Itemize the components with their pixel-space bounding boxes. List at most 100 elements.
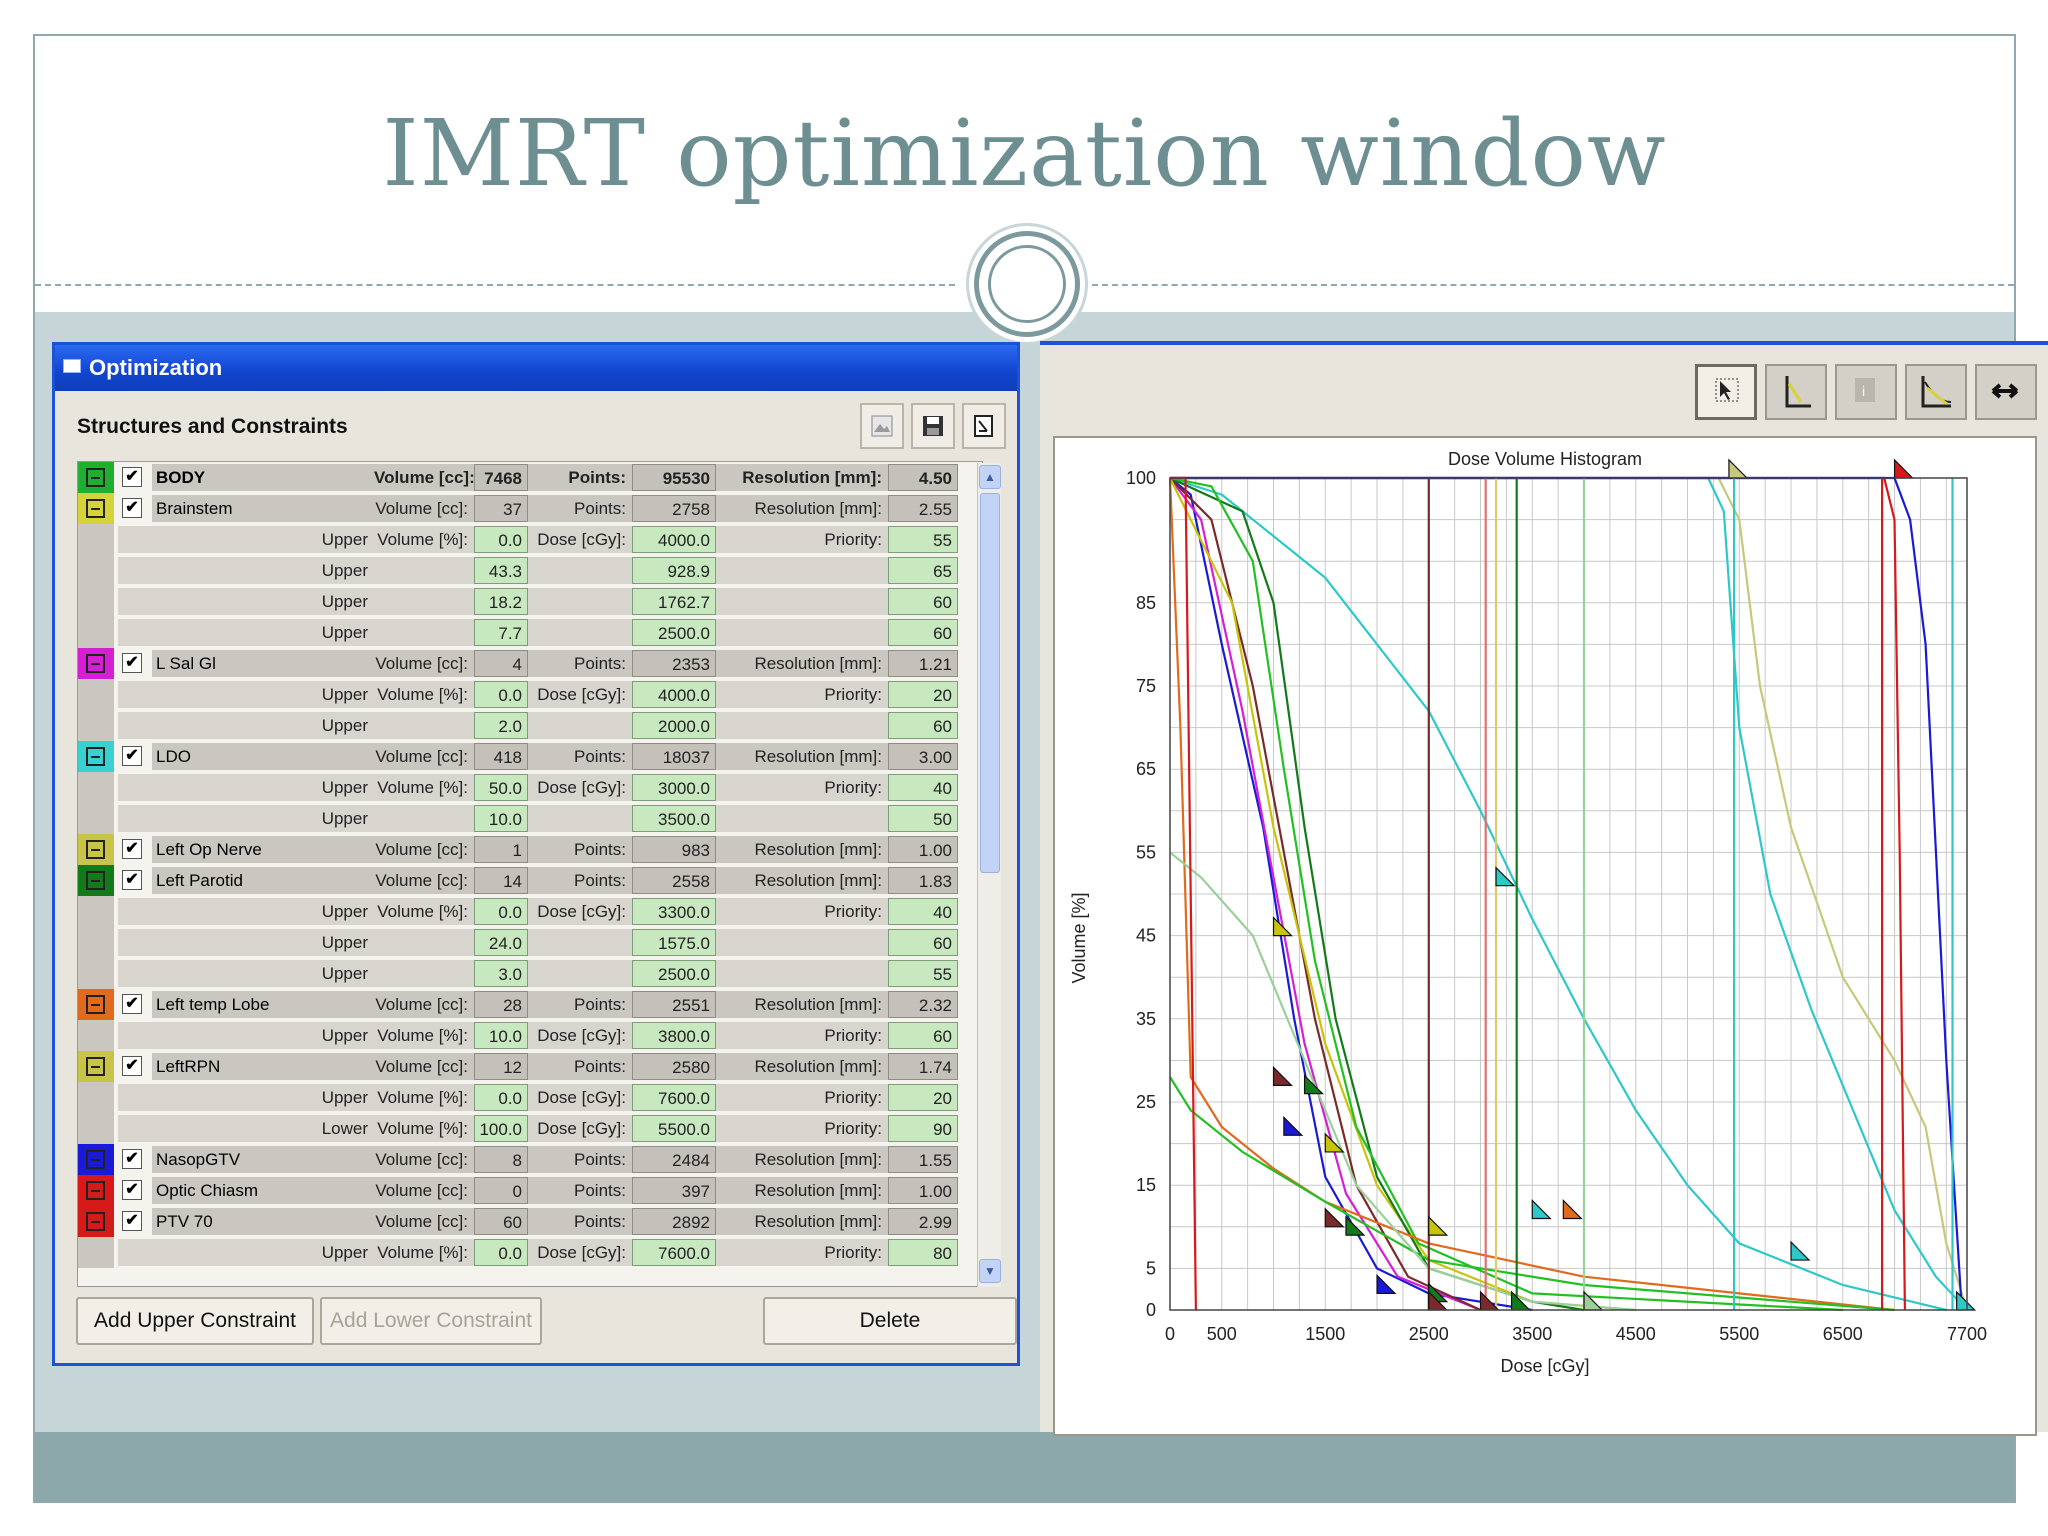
constraint-row[interactable]: Upper 2.0 2000.0 60	[78, 710, 982, 741]
constraint-row[interactable]: Upper Volume [%]: 0.0 Dose [cGy]: 3300.0 Prio…	[78, 896, 982, 927]
constraint-priority-input[interactable]: 60	[888, 588, 958, 615]
window-titlebar[interactable]: Optimization	[55, 345, 1017, 391]
constraint-volume-input[interactable]: 43.3	[474, 557, 528, 584]
constraint-dose-input[interactable]: 4000.0	[632, 526, 716, 553]
constraint-priority-input[interactable]: 60	[888, 1022, 958, 1049]
structure-row[interactable]: ✔ LeftRPN Volume [cc]: 12 Points: 2580 Resolut…	[78, 1051, 982, 1082]
constraint-dose-input[interactable]: 7600.0	[632, 1239, 716, 1266]
structure-color-swatch[interactable]	[78, 834, 114, 865]
structure-row[interactable]: ✔ BODY Volume [cc]: 7468 Points: 95530 Resolut…	[78, 462, 982, 493]
constraint-row[interactable]: Upper Volume [%]: 0.0 Dose [cGy]: 7600.0 Prio…	[78, 1237, 982, 1268]
constraint-priority-input[interactable]: 80	[888, 1239, 958, 1266]
info-icon[interactable]: i	[1835, 364, 1897, 420]
constraint-priority-input[interactable]: 40	[888, 898, 958, 925]
constraint-volume-input[interactable]: 50.0	[474, 774, 528, 801]
collapse-icon[interactable]	[86, 499, 105, 518]
collapse-icon[interactable]	[86, 1181, 105, 1200]
constraint-dose-input[interactable]: 5500.0	[632, 1115, 716, 1142]
constraint-volume-input[interactable]: 7.7	[474, 619, 528, 646]
constraint-row[interactable]: Upper Volume [%]: 50.0 Dose [cGy]: 3000.0 Pri…	[78, 772, 982, 803]
structure-color-swatch[interactable]	[78, 493, 114, 524]
constraint-dose-input[interactable]: 2500.0	[632, 960, 716, 987]
constraint-row[interactable]: Upper 3.0 2500.0 55	[78, 958, 982, 989]
constraint-priority-input[interactable]: 60	[888, 712, 958, 739]
structure-visible-checkbox[interactable]: ✔	[122, 467, 142, 487]
structure-row[interactable]: ✔ PTV 70 Volume [cc]: 60 Points: 2892 Resoluti…	[78, 1206, 982, 1237]
structure-color-swatch[interactable]	[78, 648, 114, 679]
scroll-down-icon[interactable]: ▼	[979, 1259, 1001, 1283]
constraint-volume-input[interactable]: 18.2	[474, 588, 528, 615]
constraint-row[interactable]: Upper Volume [%]: 10.0 Dose [cGy]: 3800.0 Pri…	[78, 1020, 982, 1051]
constraint-priority-input[interactable]: 90	[888, 1115, 958, 1142]
collapse-icon[interactable]	[86, 871, 105, 890]
constraint-row[interactable]: Upper Volume [%]: 0.0 Dose [cGy]: 7600.0 Prio…	[78, 1082, 982, 1113]
constraint-priority-input[interactable]: 60	[888, 619, 958, 646]
constraint-volume-input[interactable]: 2.0	[474, 712, 528, 739]
structure-row[interactable]: ✔ L Sal Gl Volume [cc]: 4 Points: 2353 Resolut…	[78, 648, 982, 679]
constraint-volume-input[interactable]: 0.0	[474, 1239, 528, 1266]
constraint-volume-input[interactable]: 24.0	[474, 929, 528, 956]
constraint-volume-input[interactable]: 10.0	[474, 805, 528, 832]
structure-color-swatch[interactable]	[78, 1144, 114, 1175]
constraint-priority-input[interactable]: 20	[888, 1084, 958, 1111]
constraint-volume-input[interactable]: 0.0	[474, 898, 528, 925]
constraint-priority-input[interactable]: 65	[888, 557, 958, 584]
constraint-volume-input[interactable]: 0.0	[474, 1084, 528, 1111]
constraint-dose-input[interactable]: 7600.0	[632, 1084, 716, 1111]
constraint-priority-input[interactable]: 40	[888, 774, 958, 801]
structure-row[interactable]: ✔ Optic Chiasm Volume [cc]: 0 Points: 397 Reso…	[78, 1175, 982, 1206]
structure-visible-checkbox[interactable]: ✔	[122, 1180, 142, 1200]
constraint-priority-input[interactable]: 20	[888, 681, 958, 708]
structure-color-swatch[interactable]	[78, 989, 114, 1020]
constraint-row[interactable]: Upper 10.0 3500.0 50	[78, 803, 982, 834]
structure-color-swatch[interactable]	[78, 741, 114, 772]
collapse-icon[interactable]	[86, 747, 105, 766]
add-lower-constraint-button[interactable]: Add Lower Constraint	[320, 1297, 542, 1345]
structure-color-swatch[interactable]	[78, 1051, 114, 1082]
curve-icon[interactable]	[1905, 364, 1967, 420]
constraint-dose-input[interactable]: 1575.0	[632, 929, 716, 956]
constraint-row[interactable]: Upper 43.3 928.9 65	[78, 555, 982, 586]
structure-visible-checkbox[interactable]: ✔	[122, 746, 142, 766]
structure-row[interactable]: ✔ LDO Volume [cc]: 418 Points: 18037 Resolutio…	[78, 741, 982, 772]
constraint-priority-input[interactable]: 60	[888, 929, 958, 956]
constraint-priority-input[interactable]: 55	[888, 526, 958, 553]
structure-visible-checkbox[interactable]: ✔	[122, 1149, 142, 1169]
constraint-dose-input[interactable]: 3300.0	[632, 898, 716, 925]
delete-button[interactable]: Delete	[763, 1297, 1017, 1345]
constraint-row[interactable]: Upper Volume [%]: 0.0 Dose [cGy]: 4000.0 Prio…	[78, 524, 982, 555]
structure-row[interactable]: ✔ Left Op Nerve Volume [cc]: 1 Points: 983 Res…	[78, 834, 982, 865]
save-icon[interactable]	[911, 403, 955, 449]
constraint-dose-input[interactable]: 928.9	[632, 557, 716, 584]
constraint-priority-input[interactable]: 55	[888, 960, 958, 987]
structure-color-swatch[interactable]	[78, 865, 114, 896]
document-icon[interactable]	[962, 403, 1006, 449]
collapse-icon[interactable]	[86, 840, 105, 859]
structure-visible-checkbox[interactable]: ✔	[122, 870, 142, 890]
add-upper-constraint-button[interactable]: Add Upper Constraint	[76, 1297, 314, 1345]
constraint-row[interactable]: Upper 7.7 2500.0 60	[78, 617, 982, 648]
collapse-icon[interactable]	[86, 1150, 105, 1169]
structure-visible-checkbox[interactable]: ✔	[122, 994, 142, 1014]
collapse-icon[interactable]	[86, 468, 105, 487]
structure-visible-checkbox[interactable]: ✔	[122, 839, 142, 859]
structure-row[interactable]: ✔ Brainstem Volume [cc]: 37 Points: 2758 Resol…	[78, 493, 982, 524]
constraint-dose-input[interactable]: 2500.0	[632, 619, 716, 646]
structure-visible-checkbox[interactable]: ✔	[122, 653, 142, 673]
scroll-up-icon[interactable]: ▲	[979, 465, 1001, 489]
double-arrow-icon[interactable]	[1975, 364, 2037, 420]
collapse-icon[interactable]	[86, 995, 105, 1014]
constraint-dose-input[interactable]: 2000.0	[632, 712, 716, 739]
collapse-icon[interactable]	[86, 654, 105, 673]
constraint-dose-input[interactable]: 4000.0	[632, 681, 716, 708]
structure-color-swatch[interactable]	[78, 1206, 114, 1237]
constraint-row[interactable]: Upper 18.2 1762.7 60	[78, 586, 982, 617]
constraint-volume-input[interactable]: 10.0	[474, 1022, 528, 1049]
constraint-dose-input[interactable]: 3000.0	[632, 774, 716, 801]
axis-icon[interactable]	[1765, 364, 1827, 420]
structure-row[interactable]: ✔ Left Parotid Volume [cc]: 14 Points: 2558 Re…	[78, 865, 982, 896]
image-icon[interactable]	[860, 403, 904, 449]
constraint-row[interactable]: Upper Volume [%]: 0.0 Dose [cGy]: 4000.0 Prio…	[78, 679, 982, 710]
select-icon[interactable]	[1695, 364, 1757, 420]
structure-visible-checkbox[interactable]: ✔	[122, 1056, 142, 1076]
